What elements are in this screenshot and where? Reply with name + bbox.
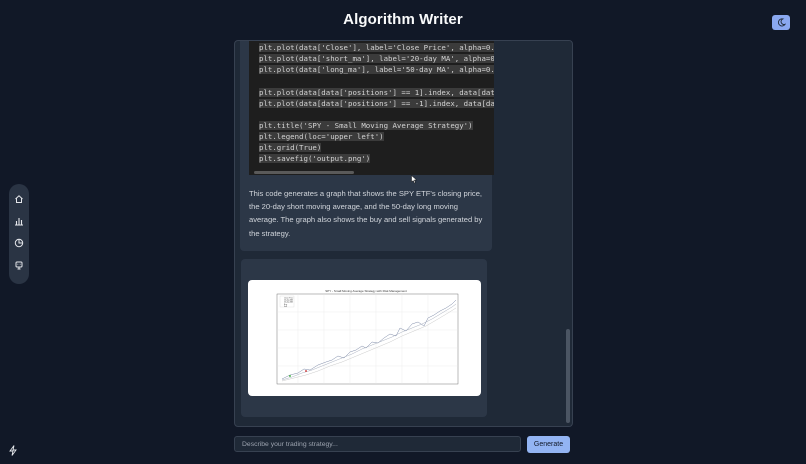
output-chart-image: SPY - Small Moving Average Strategy with… xyxy=(248,280,481,396)
robot-icon xyxy=(15,261,23,270)
code-line-text: plt.title('SPY - Small Moving Average St… xyxy=(259,121,473,130)
code-line-text: plt.plot(data['long_ma'], label='50-day … xyxy=(259,65,494,74)
code-line-text: plt.savefig('output.png') xyxy=(259,154,371,163)
bar-chart-icon xyxy=(15,218,23,226)
strategy-input-placeholder: Describe your trading strategy... xyxy=(242,441,338,448)
home-icon xyxy=(15,195,23,203)
chart-message: SPY - Small Moving Average Strategy with… xyxy=(241,259,487,417)
code-line-text: plt.plot(data['Close'], label='Close Pri… xyxy=(259,43,494,52)
strategy-input[interactable]: Describe your trading strategy... xyxy=(234,436,521,452)
moon-icon xyxy=(777,18,786,27)
mouse-cursor-icon xyxy=(411,175,418,184)
sidebar-item-home[interactable] xyxy=(11,191,27,207)
theme-toggle-button[interactable] xyxy=(772,15,790,30)
code-line: plt.title('SPY - Small Moving Average St… xyxy=(259,121,473,130)
sidebar-item-charts[interactable] xyxy=(11,213,27,229)
chart-title: SPY - Small Moving Average Strategy with… xyxy=(325,289,407,293)
code-line: plt.figure(figsize=(10,6)) xyxy=(259,40,375,41)
code-line: plt.legend(loc='upper left') xyxy=(259,132,384,141)
code-line: plt.plot(data['short_ma'], label='20-day… xyxy=(259,54,494,63)
code-line-text: plt.plot(data['short_ma'], label='20-day… xyxy=(259,54,494,63)
code-line: plt.plot(data[data['positions'] == -1].i… xyxy=(259,99,494,108)
quick-action-button[interactable] xyxy=(7,444,19,456)
code-line: plt.plot(data['Close'], label='Close Pri… xyxy=(259,43,494,52)
code-line-text: plt.plot(data[data['positions'] == 1].in… xyxy=(259,88,494,97)
code-horizontal-scrollbar[interactable] xyxy=(254,171,354,174)
sidebar-item-bot[interactable] xyxy=(11,257,27,273)
code-line-text: plt.plot(data[data['positions'] == -1].i… xyxy=(259,99,494,108)
code-line: plt.plot(data[data['positions'] == 1].in… xyxy=(259,88,494,97)
chat-scrollbar-thumb[interactable] xyxy=(566,329,570,423)
assistant-message: plt.savefig('output.png') plt.grid(True) p… xyxy=(240,40,494,251)
strategy-chart: SPY - Small Moving Average Strategy with… xyxy=(276,289,459,385)
generate-button[interactable]: Generate xyxy=(527,436,570,453)
code-line-text: plt.legend(loc='upper left') xyxy=(259,132,384,141)
pie-chart-icon xyxy=(14,238,24,248)
code-line: plt.savefig('output.png') xyxy=(259,154,371,163)
app-title: Algorithm Writer xyxy=(343,11,463,28)
code-line-text: plt.figure(figsize=(10,6)) xyxy=(259,40,375,41)
message-description: This code generates a graph that shows t… xyxy=(249,189,483,238)
code-line-text: plt.grid(True) xyxy=(259,143,322,152)
code-block[interactable]: plt.savefig('output.png') plt.grid(True) p… xyxy=(249,40,494,175)
bolt-icon xyxy=(9,444,17,456)
code-line: plt.grid(True) xyxy=(259,143,322,152)
sidebar-item-analytics[interactable] xyxy=(11,235,27,251)
sidebar xyxy=(9,184,29,284)
chat-scrollbar[interactable] xyxy=(565,41,571,426)
chat-panel[interactable]: plt.savefig('output.png') plt.grid(True) p… xyxy=(234,40,573,427)
code-line: plt.plot(data['long_ma'], label='50-day … xyxy=(259,65,494,74)
